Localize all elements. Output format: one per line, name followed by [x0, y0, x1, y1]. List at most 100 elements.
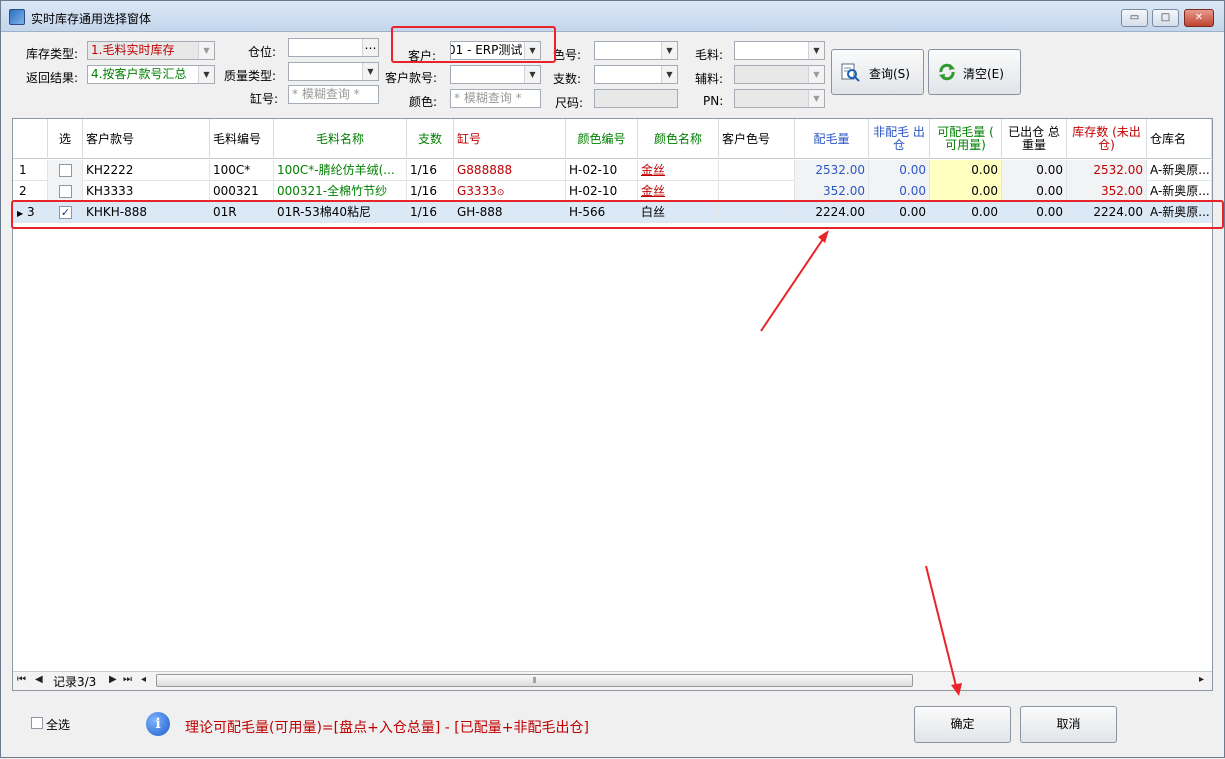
- scroll-right-icon[interactable]: ▸: [1199, 674, 1204, 685]
- cancel-button[interactable]: 取消: [1020, 706, 1117, 743]
- scrollbar-thumb[interactable]: ⦀: [156, 674, 913, 687]
- row-index: 1: [13, 160, 48, 181]
- search-icon: [841, 63, 860, 82]
- wool-label: 毛料:: [695, 48, 724, 62]
- wool-code-cell: 100C*: [210, 160, 274, 181]
- chevron-down-icon: ▼: [362, 63, 378, 80]
- color-input[interactable]: * 模糊查询 *: [450, 89, 541, 108]
- accessory-label: 辅料:: [695, 72, 724, 86]
- window-title: 实时库存通用选择窗体: [31, 12, 152, 26]
- refresh-icon: [939, 63, 955, 81]
- color-code-cell: H-02-10: [566, 160, 638, 181]
- count-select[interactable]: ▼: [594, 65, 678, 84]
- style-label: 客户款号:: [385, 71, 438, 85]
- row-highlight: [11, 200, 1224, 229]
- chevron-down-icon: ▼: [524, 66, 540, 83]
- vat-value: G3333: [457, 184, 497, 198]
- location-field[interactable]: …: [288, 38, 379, 57]
- header-cust-color[interactable]: 客户色号: [719, 119, 795, 159]
- prev-record-icon[interactable]: ◀: [35, 674, 43, 685]
- count-label: 支数:: [553, 72, 582, 86]
- pn-label: PN:: [703, 94, 724, 108]
- warehouse-cell: A-新奥原...: [1147, 160, 1212, 181]
- last-record-icon[interactable]: ⏭: [123, 674, 132, 685]
- header-style[interactable]: 客户款号: [83, 119, 210, 159]
- next-record-icon[interactable]: ▶: [109, 674, 117, 685]
- count-cell: 1/16: [407, 160, 454, 181]
- header-allocated[interactable]: 配毛量: [795, 119, 869, 159]
- header-wool-code[interactable]: 毛料编号: [210, 119, 274, 159]
- vat-label: 缸号:: [250, 92, 279, 106]
- main-window: 实时库存通用选择窗体 ▭ □ ✕ 库存类型: 1.毛料实时库存 ▼ 返回结果: …: [0, 0, 1225, 758]
- style-cell: KH2222: [83, 160, 210, 181]
- quality-select[interactable]: ▼: [288, 62, 379, 81]
- scroll-left-icon[interactable]: ◂: [141, 674, 146, 685]
- table-row[interactable]: 2 KH3333 000321 000321-全棉竹节纱 1/16 G3333⊙…: [13, 181, 1212, 202]
- select-cell[interactable]: [48, 181, 83, 202]
- header-select[interactable]: 选: [48, 119, 83, 159]
- vat-cell: G3333⊙: [454, 181, 566, 202]
- row-index: 2: [13, 181, 48, 202]
- chevron-down-icon: ▼: [661, 42, 677, 59]
- grid-navigator: ⏮ ◀ 记录3/3 ▶ ⏭ ◂ ⦀ ▸: [13, 671, 1212, 690]
- color-name-cell: 金丝: [638, 181, 719, 202]
- header-non-alloc[interactable]: 非配毛 出仓: [869, 119, 930, 159]
- stock-type-select[interactable]: 1.毛料实时库存 ▼: [87, 41, 215, 60]
- shipped-cell: 0.00: [1002, 160, 1067, 181]
- row-checkbox[interactable]: [59, 185, 72, 198]
- allocated-cell: 2532.00: [795, 160, 869, 181]
- non-alloc-cell: 0.00: [869, 181, 930, 202]
- header-color-code[interactable]: 颜色编号: [566, 119, 638, 159]
- header-color-name[interactable]: 颜色名称: [638, 119, 719, 159]
- style-select[interactable]: ▼: [450, 65, 541, 84]
- style-cell: KH3333: [83, 181, 210, 202]
- color-name-cell: 金丝: [638, 160, 719, 181]
- shipped-cell: 0.00: [1002, 181, 1067, 202]
- close-button[interactable]: ✕: [1184, 9, 1214, 27]
- maximize-button[interactable]: □: [1152, 9, 1179, 27]
- count-cell: 1/16: [407, 181, 454, 202]
- vat-cell: G888888: [454, 160, 566, 181]
- select-cell[interactable]: [48, 160, 83, 181]
- header-vat[interactable]: 缸号: [454, 119, 566, 159]
- record-counter: 记录3/3: [53, 675, 97, 689]
- header-count[interactable]: 支数: [407, 119, 454, 159]
- grid-header: 选 客户款号 毛料编号 毛料名称 支数 缸号 颜色编号 颜色名称 客户色号 配毛…: [13, 119, 1212, 159]
- table-row[interactable]: 1 KH2222 100C* 100C*-腈纶仿羊绒(... 1/16 G888…: [13, 160, 1212, 181]
- header-stock[interactable]: 库存数 (未出仓): [1067, 119, 1147, 159]
- color-placeholder: * 模糊查询 *: [454, 91, 522, 105]
- color-no-select[interactable]: ▼: [594, 41, 678, 60]
- row-checkbox[interactable]: [59, 164, 72, 177]
- stock-cell: 2532.00: [1067, 160, 1147, 181]
- color-label: 颜色:: [409, 95, 438, 109]
- select-all-checkbox[interactable]: [31, 717, 43, 729]
- size-label: 尺码:: [555, 96, 584, 110]
- chevron-down-icon: ▼: [808, 66, 824, 83]
- query-button[interactable]: 查询(S): [831, 49, 924, 95]
- stock-cell: 352.00: [1067, 181, 1147, 202]
- query-label: 查询(S): [869, 67, 910, 81]
- vat-input[interactable]: * 模糊查询 *: [288, 85, 379, 104]
- non-alloc-cell: 0.00: [869, 160, 930, 181]
- allocated-cell: 352.00: [795, 181, 869, 202]
- chevron-down-icon: ▼: [198, 66, 214, 83]
- vat-placeholder: * 模糊查询 *: [292, 87, 360, 101]
- horizontal-scrollbar[interactable]: ⦀: [153, 673, 1193, 688]
- clear-button[interactable]: 清空(E): [928, 49, 1021, 95]
- header-indicator: [13, 119, 48, 159]
- color-code-cell: H-02-10: [566, 181, 638, 202]
- first-record-icon[interactable]: ⏮: [17, 674, 26, 685]
- ellipsis-icon[interactable]: …: [362, 39, 378, 56]
- chevron-down-icon: ▼: [808, 42, 824, 59]
- header-warehouse[interactable]: 仓库名: [1147, 119, 1212, 159]
- return-select[interactable]: 4.按客户款号汇总 ▼: [87, 65, 215, 84]
- avail-cell: 0.00: [930, 160, 1002, 181]
- header-shipped[interactable]: 已出仓 总重量: [1002, 119, 1067, 159]
- header-wool-name[interactable]: 毛料名称: [274, 119, 407, 159]
- title-bar: 实时库存通用选择窗体 ▭ □ ✕: [1, 1, 1224, 32]
- wool-name-cell: 000321-全棉竹节纱: [274, 181, 407, 202]
- minimize-button[interactable]: ▭: [1121, 9, 1148, 27]
- header-avail[interactable]: 可配毛量 ( 可用量): [930, 119, 1002, 159]
- ok-button[interactable]: 确定: [914, 706, 1011, 743]
- wool-select[interactable]: ▼: [734, 41, 825, 60]
